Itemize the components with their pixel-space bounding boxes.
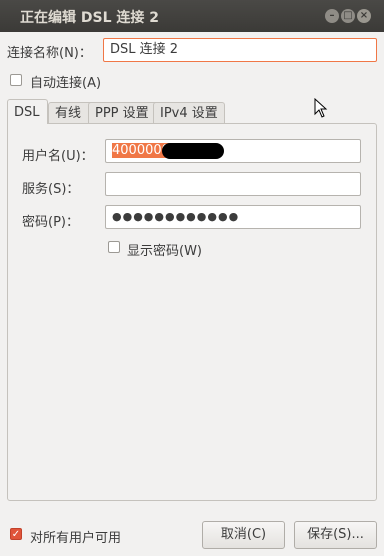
save-button[interactable]: 保存(S)...: [294, 521, 377, 549]
show-password-checkbox[interactable]: [108, 241, 120, 253]
service-label: 服务(S)：: [22, 182, 80, 197]
show-password-label: 显示密码(W): [127, 244, 202, 259]
maximize-icon[interactable]: □: [341, 9, 355, 23]
password-input[interactable]: ●●●●●●●●●●●●: [105, 205, 361, 229]
tab-ipv4-settings[interactable]: IPv4 设置: [153, 102, 225, 124]
auto-connect-checkbox[interactable]: [10, 74, 22, 86]
username-input[interactable]: 4000000: [105, 139, 361, 163]
window-title: 正在编辑 DSL 连接 2: [20, 10, 159, 26]
tab-ppp-settings[interactable]: PPP 设置: [88, 102, 159, 124]
username-label: 用户名(U)：: [22, 149, 94, 164]
mouse-pointer-icon: [314, 98, 328, 118]
password-label: 密码(P)：: [22, 215, 79, 230]
tab-dsl[interactable]: DSL: [7, 99, 48, 124]
cancel-button[interactable]: 取消(C): [202, 521, 285, 549]
connection-name-label: 连接名称(N)：: [7, 46, 92, 61]
all-users-checkbox[interactable]: ✓: [10, 528, 22, 540]
auto-connect-label: 自动连接(A): [30, 76, 102, 91]
service-input[interactable]: [105, 172, 361, 196]
all-users-label: 对所有用户可用: [30, 531, 122, 546]
redaction-mark: [161, 142, 224, 159]
window-titlebar[interactable]: 正在编辑 DSL 连接 2 – □ ×: [0, 0, 384, 32]
minimize-icon[interactable]: –: [325, 9, 339, 23]
close-icon[interactable]: ×: [357, 9, 371, 23]
connection-name-input[interactable]: DSL 连接 2: [103, 38, 377, 62]
